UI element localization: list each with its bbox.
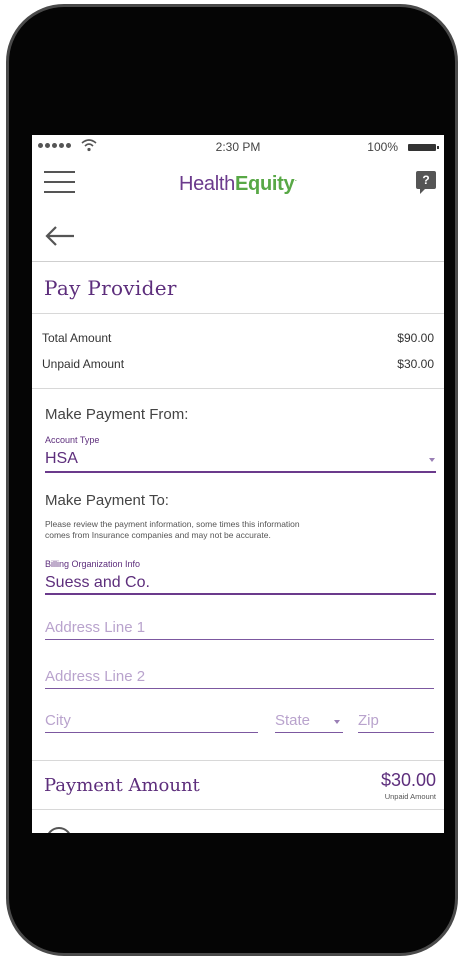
billing-organization-input[interactable]: Suess and Co. — [45, 574, 150, 592]
payment-amount-label: Payment Amount — [44, 775, 200, 796]
unpaid-amount-row: Unpaid Amount $30.00 — [32, 357, 444, 377]
back-arrow-icon[interactable] — [44, 225, 76, 247]
state-underline — [275, 732, 343, 733]
battery-icon — [408, 144, 439, 151]
unpaid-amount-value: $30.00 — [397, 357, 434, 371]
page-title-bar: Pay Provider — [32, 262, 444, 314]
account-type-select[interactable]: HSA — [45, 450, 78, 468]
city-underline — [45, 732, 258, 733]
app-header: HealthEquity· ? — [32, 159, 444, 209]
app-screen: 2:30 PM 100% HealthEquity· ? Pay Provide… — [32, 135, 444, 833]
healthequity-logo: HealthEquity· — [32, 173, 444, 196]
address-line-1-input[interactable]: Address Line 1 — [45, 619, 145, 636]
back-navigation — [32, 211, 444, 262]
state-select[interactable]: State — [275, 712, 310, 729]
status-bar: 2:30 PM 100% — [32, 135, 444, 159]
payment-note-line-2: comes from Insurance companies and may n… — [45, 530, 271, 540]
battery-percent: 100% — [367, 140, 398, 154]
payment-amount-sublabel: Unpaid Amount — [384, 792, 436, 801]
logo-equity-text: Equity — [234, 173, 295, 195]
state-dropdown-icon[interactable] — [334, 720, 340, 724]
city-input[interactable]: City — [45, 712, 71, 729]
total-amount-value: $90.00 — [397, 331, 434, 345]
payment-accuracy-note: Please review the payment information, s… — [32, 518, 444, 544]
billing-organization-underline — [45, 593, 436, 595]
help-chat-icon[interactable]: ? — [416, 171, 436, 194]
radio-option-icon[interactable] — [46, 827, 72, 833]
address-line-2-input[interactable]: Address Line 2 — [45, 668, 145, 685]
account-type-label: Account Type — [45, 435, 100, 445]
logo-trademark: · — [294, 175, 298, 185]
total-amount-label: Total Amount — [42, 331, 112, 345]
billing-organization-label: Billing Organization Info — [45, 559, 141, 569]
address-line-1-underline — [45, 639, 434, 640]
payment-amount-value[interactable]: $30.00 — [381, 770, 436, 791]
payment-amount-row: Payment Amount $30.00 Unpaid Amount — [32, 760, 444, 810]
account-type-dropdown-icon[interactable] — [429, 458, 435, 462]
logo-health-text: Health — [178, 173, 235, 195]
page-title: Pay Provider — [44, 276, 177, 300]
address-line-2-underline — [45, 688, 434, 689]
make-payment-to-heading: Make Payment To: — [45, 492, 169, 509]
account-type-underline — [45, 471, 436, 473]
amounts-divider — [32, 388, 444, 389]
zip-underline — [358, 732, 434, 733]
make-payment-from-heading: Make Payment From: — [45, 406, 189, 423]
zip-input[interactable]: Zip — [358, 712, 379, 729]
total-amount-row: Total Amount $90.00 — [32, 331, 444, 351]
unpaid-amount-label: Unpaid Amount — [42, 357, 125, 371]
